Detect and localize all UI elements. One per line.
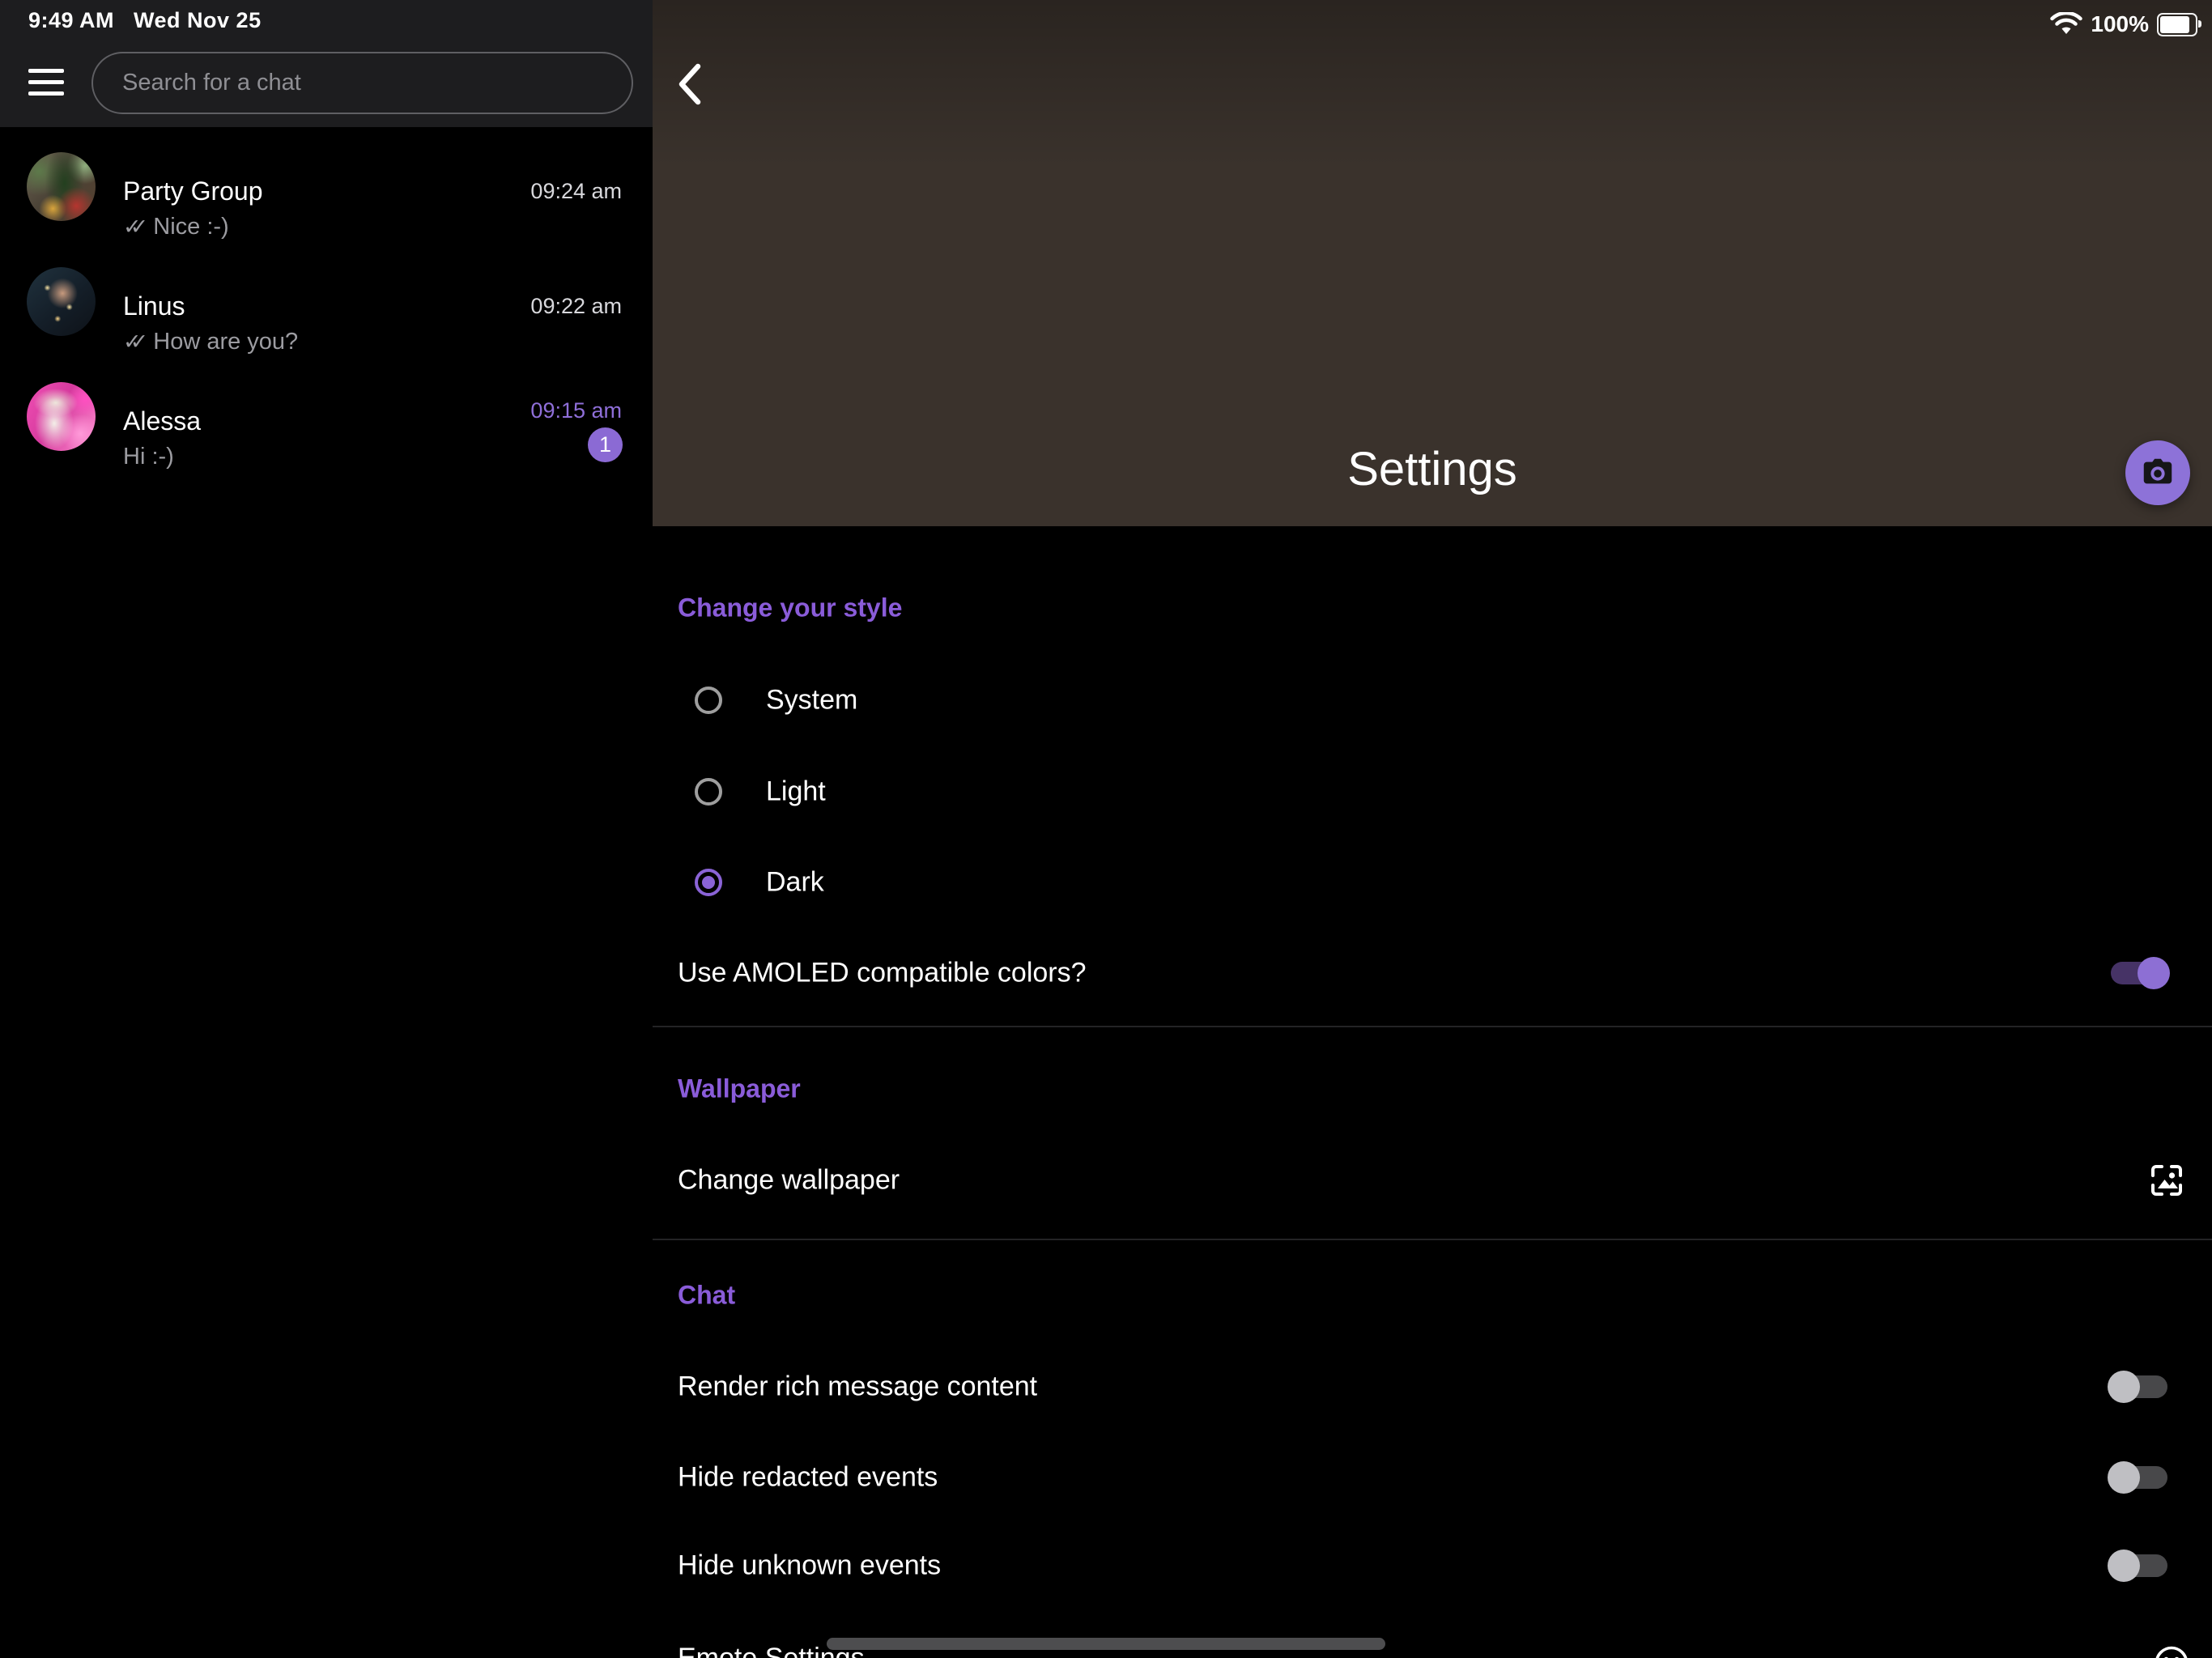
- change-avatar-camera-button[interactable]: [2125, 440, 2190, 505]
- hide-redacted-events-label: Hide redacted events: [678, 1462, 938, 1494]
- battery-icon: [2157, 13, 2197, 36]
- hide-redacted-events-toggle[interactable]: [2108, 1461, 2170, 1494]
- avatar: [27, 382, 96, 451]
- section-heading-wallpaper: Wallpaper: [678, 1074, 801, 1104]
- change-wallpaper-row[interactable]: Change wallpaper: [678, 1165, 900, 1197]
- chat-list-item-alessa[interactable]: Alessa Hi :-) 09:15 am 1: [0, 382, 653, 497]
- chat-preview: ✓✓Nice :-): [123, 214, 229, 240]
- radio-system-label[interactable]: System: [766, 685, 857, 716]
- chat-list-item-party-group[interactable]: Party Group ✓✓Nice :-) 09:24 am: [0, 152, 653, 267]
- settings-panel: 100% Settings Change your style System L…: [653, 0, 2212, 1658]
- back-button[interactable]: [672, 62, 721, 110]
- status-date: Wed Nov 25: [134, 8, 262, 32]
- section-heading-style: Change your style: [678, 593, 902, 623]
- amoled-toggle[interactable]: [2108, 957, 2170, 989]
- wifi-icon: [2050, 12, 2082, 36]
- sidebar-header: 9:49 AM Wed Nov 25: [0, 0, 653, 127]
- section-divider: [653, 1026, 2212, 1027]
- avatar: [27, 267, 96, 336]
- chat-timestamp: 09:24 am: [530, 179, 622, 204]
- hide-unknown-events-label: Hide unknown events: [678, 1550, 941, 1582]
- app-root: 9:49 AM Wed Nov 25 Party Group ✓✓Nice :-)…: [0, 0, 2212, 1658]
- radio-light[interactable]: [695, 778, 722, 806]
- chat-name: Party Group: [123, 176, 263, 206]
- search-input[interactable]: [121, 69, 593, 97]
- status-bar-right: 100%: [2050, 11, 2197, 37]
- chat-preview: Hi :-): [123, 444, 174, 470]
- menu-icon[interactable]: [28, 69, 64, 100]
- radio-dark-label[interactable]: Dark: [766, 867, 824, 899]
- radio-dark[interactable]: [695, 869, 722, 896]
- chat-list-item-linus[interactable]: Linus ✓✓How are you? 09:22 am: [0, 267, 653, 382]
- chat-name: Alessa: [123, 406, 201, 436]
- render-rich-content-label: Render rich message content: [678, 1371, 1037, 1403]
- radio-system[interactable]: [695, 687, 722, 714]
- hide-unknown-events-toggle[interactable]: [2108, 1550, 2170, 1582]
- status-bar-left: 9:49 AM Wed Nov 25: [28, 8, 262, 33]
- chat-preview: ✓✓How are you?: [123, 329, 298, 355]
- render-rich-content-toggle[interactable]: [2108, 1371, 2170, 1403]
- chat-search-field[interactable]: [91, 52, 633, 114]
- amoled-row-label: Use AMOLED compatible colors?: [678, 958, 1087, 989]
- chat-timestamp: 09:22 am: [530, 294, 622, 319]
- unread-badge: 1: [588, 427, 623, 462]
- battery-percent: 100%: [2091, 11, 2149, 37]
- avatar: [27, 152, 96, 221]
- home-indicator[interactable]: [827, 1638, 1385, 1650]
- status-time: 9:49 AM: [28, 8, 114, 32]
- chat-name: Linus: [123, 291, 185, 321]
- section-heading-chat: Chat: [678, 1281, 735, 1311]
- read-receipt-icon: ✓✓: [123, 215, 137, 239]
- section-divider: [653, 1239, 2212, 1240]
- page-title: Settings: [653, 442, 2212, 496]
- emoji-icon[interactable]: [2153, 1644, 2190, 1658]
- chat-timestamp: 09:15 am: [530, 398, 622, 423]
- read-receipt-icon: ✓✓: [123, 329, 137, 354]
- image-icon[interactable]: [2147, 1161, 2186, 1204]
- chat-list-panel: 9:49 AM Wed Nov 25 Party Group ✓✓Nice :-)…: [0, 0, 653, 1658]
- radio-light-label[interactable]: Light: [766, 776, 826, 808]
- camera-icon: [2139, 454, 2176, 491]
